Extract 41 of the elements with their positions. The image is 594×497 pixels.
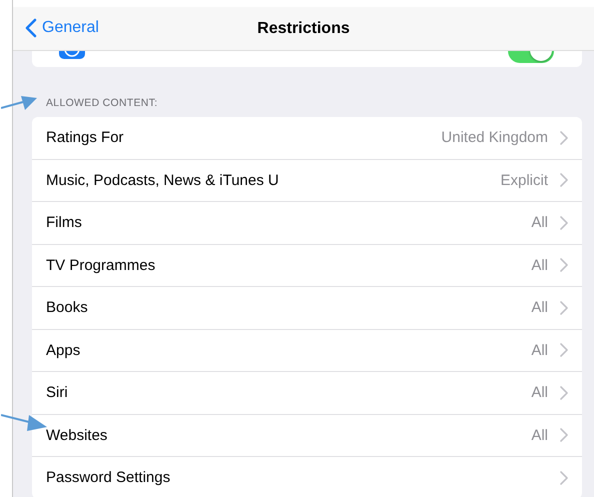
back-chevron-icon bbox=[25, 18, 37, 38]
row-label: Books bbox=[46, 299, 89, 316]
settings-row[interactable]: Films All bbox=[32, 202, 582, 244]
row-value: Explicit bbox=[500, 172, 548, 189]
settings-row[interactable]: Music, Podcasts, News & iTunes U Explicit bbox=[32, 160, 582, 202]
row-label: Password Settings bbox=[46, 469, 172, 486]
section-header: ALLOWED CONTENT: bbox=[46, 97, 159, 111]
toggle-switch[interactable] bbox=[508, 51, 554, 63]
row-value: All bbox=[531, 299, 548, 316]
row-label: Websites bbox=[46, 426, 108, 444]
settings-row[interactable]: Password Settings bbox=[32, 457, 582, 497]
row-value: All bbox=[531, 342, 548, 359]
settings-row[interactable]: TV Programmes All bbox=[32, 244, 582, 287]
arrow-icon bbox=[1, 96, 37, 110]
row-label: Music, Podcasts, News & iTunes U bbox=[46, 172, 280, 189]
chevron-icon bbox=[560, 216, 568, 230]
screen-title: Restrictions bbox=[257, 20, 350, 38]
chevron-icon bbox=[560, 428, 568, 442]
settings-row[interactable]: Apps All bbox=[32, 330, 582, 372]
row-label: TV Programmes bbox=[46, 256, 156, 274]
chevron-icon bbox=[560, 173, 568, 188]
chevron-icon bbox=[560, 300, 568, 315]
row-label: Siri bbox=[46, 384, 69, 402]
back-button[interactable]: General bbox=[25, 18, 99, 38]
row-value: All bbox=[531, 256, 548, 274]
chevron-icon bbox=[560, 470, 568, 485]
row-value: United Kingdom bbox=[441, 129, 548, 146]
row-label: Apps bbox=[46, 342, 82, 359]
settings-row[interactable]: Siri All bbox=[32, 372, 582, 414]
chevron-icon bbox=[560, 343, 568, 358]
row-label: Films bbox=[46, 214, 83, 232]
chevron-icon bbox=[560, 386, 568, 400]
settings-row[interactable]: Books All bbox=[32, 287, 582, 330]
arrow-icon bbox=[1, 413, 47, 432]
row-value: All bbox=[531, 384, 548, 402]
row-value: All bbox=[531, 426, 548, 444]
row-value: All bbox=[531, 214, 548, 232]
chevron-icon bbox=[560, 258, 568, 272]
row-label: Ratings For bbox=[46, 129, 125, 146]
settings-row[interactable]: Ratings For United Kingdom bbox=[32, 117, 582, 160]
chevron-icon bbox=[560, 130, 568, 145]
